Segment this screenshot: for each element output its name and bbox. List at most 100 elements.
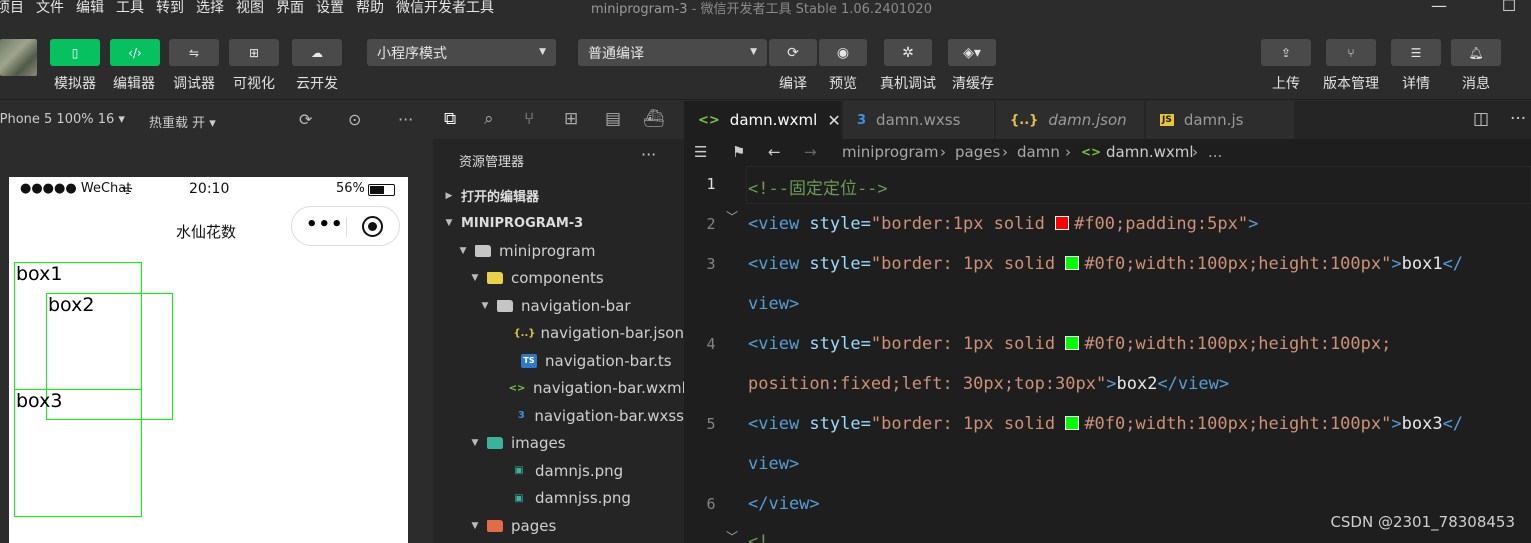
hot-reload-toggle[interactable]: 热重载 开 ▾ [149, 112, 216, 131]
color-swatch-green[interactable] [1065, 256, 1080, 270]
minimize-button[interactable]: — [1417, 0, 1461, 15]
menu-item[interactable]: 工具 [116, 0, 144, 17]
tree-section[interactable]: ▼ MINIPROGRAM-3 [433, 210, 684, 237]
color-swatch-green[interactable] [1065, 336, 1080, 350]
preview-button[interactable]: ◉ [819, 39, 867, 66]
color-swatch-green[interactable] [1065, 416, 1080, 430]
menu-item[interactable]: 视图 [236, 0, 264, 17]
visual-button[interactable]: ⊞ [229, 39, 279, 66]
tree-file[interactable]: 3 navigation-bar.wxss [433, 402, 684, 429]
real-debug-button[interactable]: ✲ [884, 39, 932, 66]
tree-file[interactable]: <> navigation-bar.wxml [433, 375, 686, 402]
compile-mode-select[interactable]: 普通编译 ▼ [578, 39, 767, 66]
maximize-button[interactable]: ☐ [1487, 0, 1531, 15]
more-dots-icon[interactable]: ••• [306, 214, 344, 235]
menu-item[interactable]: 项目 [0, 0, 24, 17]
tree-folder[interactable]: ▼ miniprogram [433, 237, 684, 264]
split-editor-icon[interactable]: ◫ [1473, 109, 1489, 129]
code-editor[interactable]: 1 2 3 4 5 6 ﹀ ﹀ <!--固定定位--> <view style=… [684, 166, 1531, 543]
tree-folder[interactable]: ▼ navigation-bar [433, 292, 684, 319]
tree-section[interactable]: ▶ 打开的编辑器 [433, 182, 684, 209]
menu-item[interactable]: 转到 [156, 0, 184, 17]
explorer-panel: 资源管理器 ··· ▶ 打开的编辑器 ▼ MINIPROGRAM-3 ▼ miniprog… [433, 139, 686, 543]
toolbar: ▯ 模拟器 ‹/› 编辑器 ⇋ 调试器 ⊞ 可视化 ☁ 云开发 小程序模式 ▼ 普… [0, 17, 1531, 100]
more-icon[interactable]: ··· [1510, 109, 1526, 129]
clear-cache-label: 清缓存 [952, 76, 994, 92]
simulator-bar: iPhone 5 100% 16 ▾ 热重载 开 ▾ ⟳ ⊙ ··· [0, 101, 432, 139]
close-miniprogram-icon[interactable] [362, 216, 383, 237]
breadcrumb-sep: › [1065, 143, 1071, 161]
rotate-icon[interactable]: ⟳ [299, 110, 312, 129]
breadcrumb-miniprogram[interactable]: miniprogram [842, 143, 938, 161]
code-line-4: <view style="border: 1px solid #0f0;widt… [748, 334, 1392, 354]
chevron-down-icon[interactable]: ▼ [469, 273, 481, 283]
editor-tab[interactable]: 3 damn.wxss [843, 101, 995, 139]
extensions-icon[interactable]: ⊞ [564, 109, 578, 129]
debugger-button[interactable]: ⇋ [169, 39, 219, 66]
tree-file[interactable]: ▣ damnjss.png [433, 485, 684, 512]
list-icon[interactable]: ☰ [694, 143, 707, 161]
breadcrumb-file[interactable]: damn.wxml [1106, 143, 1194, 161]
close-icon[interactable]: ✕ [827, 111, 840, 130]
back-icon[interactable]: ← [768, 143, 781, 161]
cloud-button[interactable]: ☁ [292, 39, 342, 66]
forward-icon[interactable]: → [804, 143, 817, 161]
tree-folder[interactable]: ▼ components [433, 265, 684, 292]
docker-icon[interactable]: ⛴ [643, 109, 665, 129]
device-select[interactable]: iPhone 5 100% 16 ▾ [0, 112, 125, 127]
mode-select[interactable]: 小程序模式 ▼ [367, 39, 556, 66]
chevron-down-icon[interactable]: ▼ [443, 218, 455, 228]
avatar[interactable] [0, 39, 37, 76]
tree-file[interactable]: TS navigation-bar.ts [433, 347, 684, 374]
tree-folder[interactable]: ▼ pages [433, 512, 684, 539]
phone-icon: ▯ [71, 45, 79, 60]
bookmark-icon[interactable]: ⚑ [732, 143, 745, 161]
folder-icon [475, 244, 491, 257]
fold-chevron-icon[interactable]: ﹀ [726, 208, 738, 225]
folder-icon [487, 272, 503, 284]
menu-item[interactable]: 编辑 [76, 0, 104, 17]
more-icon[interactable]: ··· [641, 145, 656, 164]
clear-cache-button[interactable]: ◈▾ [948, 39, 996, 66]
menu-item[interactable]: 帮助 [356, 0, 384, 17]
compile-button[interactable]: ⟳ [769, 39, 817, 66]
chevron-down-icon[interactable]: ▼ [479, 301, 491, 311]
editor-tab[interactable]: JS damn.js [1146, 101, 1295, 139]
menu-item[interactable]: 选择 [196, 0, 224, 17]
menu-item[interactable]: 文件 [36, 0, 64, 17]
editor-tab[interactable]: {..} damn.json [996, 101, 1145, 139]
files-icon[interactable]: ⧉ [444, 109, 456, 129]
capsule-menu[interactable]: ••• [291, 206, 400, 246]
breadcrumb-pages[interactable]: pages [955, 143, 1000, 161]
chevron-down-icon[interactable]: ▼ [469, 521, 481, 531]
editor-tab[interactable]: <> damn.wxml ✕ [684, 101, 842, 139]
simulator-button[interactable]: ▯ [50, 39, 100, 66]
more-icon[interactable]: ··· [398, 110, 413, 129]
breadcrumb-damn[interactable]: damn [1017, 143, 1060, 161]
chevron-right-icon[interactable]: ▶ [443, 191, 455, 201]
menu-item[interactable]: 微信开发者工具 [396, 0, 494, 17]
color-swatch-red[interactable] [1055, 216, 1070, 230]
source-control-icon[interactable]: ⑂ [524, 109, 534, 129]
tree-file[interactable]: {..} navigation-bar.json [433, 320, 684, 347]
stop-icon[interactable]: ⊙ [348, 110, 361, 129]
tree-file[interactable]: ▣ damnjs.png [433, 457, 684, 484]
watermark: CSDN @2301_78308453 [1330, 513, 1515, 531]
menu-item[interactable]: 界面 [276, 0, 304, 17]
breadcrumb-more[interactable]: ... [1208, 143, 1222, 161]
storage-icon[interactable]: ▤ [605, 109, 621, 129]
code-line-2: <view style="border:1px solid #f00;paddi… [748, 214, 1259, 234]
menu-bar: 项目 文件 编辑 工具 转到 选择 视图 界面 设置 帮助 微信开发者工具 miniprogram-… [0, 0, 1531, 17]
tab-label: damn.js [1183, 111, 1244, 129]
details-button[interactable]: ☰ [1391, 39, 1441, 66]
version-button[interactable]: ⑂ [1326, 39, 1376, 66]
chevron-down-icon[interactable]: ▼ [469, 438, 481, 448]
chevron-down-icon[interactable]: ▼ [457, 246, 469, 256]
menu-item[interactable]: 设置 [316, 0, 344, 17]
search-icon[interactable]: ⌕ [484, 109, 494, 129]
fold-chevron-icon[interactable]: ﹀ [726, 528, 738, 543]
tree-folder[interactable]: ▼ images [433, 430, 684, 457]
editor-button[interactable]: ‹/› [110, 39, 160, 66]
upload-button[interactable]: ⇪ [1261, 39, 1311, 66]
messages-button[interactable]: 🔔︎ [1451, 39, 1501, 66]
